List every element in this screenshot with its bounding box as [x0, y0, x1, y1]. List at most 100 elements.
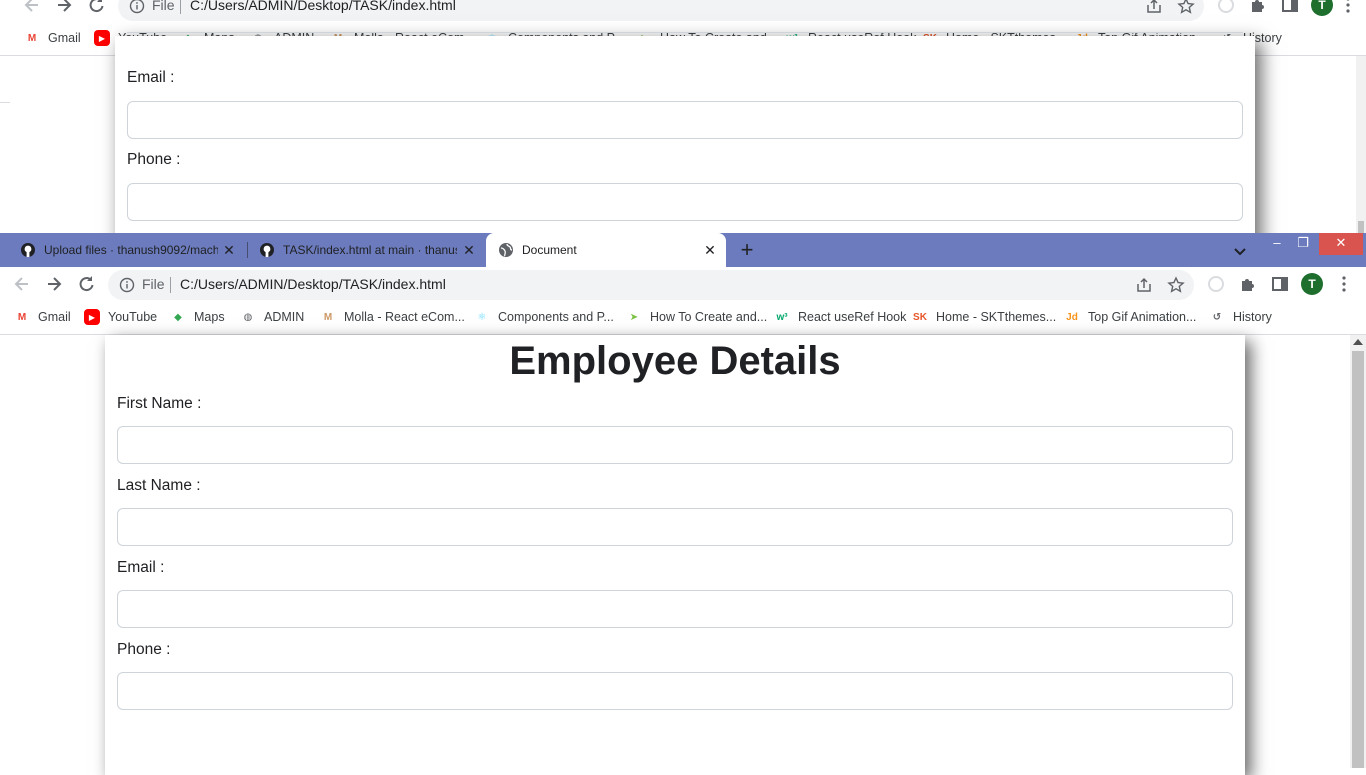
bookmark-how-to-create-and[interactable]: ➤ How To Create and... — [626, 308, 767, 326]
bookmark-label: How To Create and... — [650, 310, 768, 324]
new-tab-button[interactable]: + — [736, 239, 758, 261]
last-name-field[interactable] — [117, 508, 1233, 546]
back-scrollbar[interactable] — [1356, 56, 1366, 233]
email-label: Email : — [117, 559, 165, 576]
email-field[interactable] — [127, 101, 1243, 139]
last-name-label: Last Name : — [117, 477, 201, 494]
bookmark-label: Gmail — [38, 310, 71, 324]
tab-upload-files[interactable]: Upload files · thanush9092/mach ✕ — [0, 233, 247, 267]
side-panel-icon[interactable] — [1280, 0, 1300, 15]
arrow-logo-icon: ➤ — [629, 311, 639, 323]
url-text[interactable]: C:/Users/ADMIN/Desktop/TASK/index.html — [180, 276, 446, 292]
url-separator — [180, 0, 181, 14]
page-viewport: Employee Details First Name : Last Name … — [0, 335, 1366, 775]
github-icon — [260, 243, 274, 257]
back-arrow-icon[interactable] — [10, 272, 34, 296]
back-form-card: Email : Phone : — [115, 32, 1255, 233]
tab-title: Upload files · thanush9092/mach — [44, 243, 218, 257]
page-scrollbar[interactable] — [1350, 335, 1366, 768]
puzzle-icon[interactable] — [1238, 274, 1258, 294]
bookmark-label: React useRef Hook — [798, 310, 907, 324]
url-scheme: File — [152, 0, 175, 13]
bookmark-maps[interactable]: ◆ Maps — [170, 308, 225, 326]
input-edge — [127, 32, 1243, 33]
restore-button[interactable]: ❐ — [1290, 233, 1316, 255]
bookmark-youtube[interactable]: ▶ YouTube — [84, 308, 157, 326]
more-menu-icon[interactable] — [1334, 274, 1354, 294]
github-icon — [21, 243, 35, 257]
history-icon: ↺ — [1212, 311, 1222, 323]
back-page-viewport: Email : Phone : — [0, 32, 1366, 233]
info-icon[interactable] — [129, 0, 145, 14]
tab-document[interactable]: Document ✕ — [486, 233, 726, 267]
address-bar[interactable]: File C:/Users/ADMIN/Desktop/TASK/index.h… — [108, 270, 1194, 300]
bookmark-history[interactable]: ↺ History — [1209, 308, 1272, 326]
bookmark-label: Top Gif Animation... — [1088, 310, 1197, 324]
phone-field[interactable] — [117, 672, 1233, 710]
bookmark-top-gif-animation[interactable]: Jd Top Gif Animation... — [1064, 308, 1196, 326]
first-name-field[interactable] — [117, 426, 1233, 464]
share-icon[interactable] — [1135, 276, 1153, 294]
email-field[interactable] — [117, 590, 1233, 628]
forward-arrow-icon[interactable] — [52, 0, 76, 17]
globe-icon — [499, 243, 513, 257]
star-icon[interactable] — [1167, 276, 1185, 294]
maps-icon: ◆ — [174, 311, 182, 323]
side-panel-icon[interactable] — [1270, 274, 1290, 294]
close-tab-icon[interactable]: ✕ — [702, 242, 718, 258]
bookmark-molla-react-ecom[interactable]: M Molla - React eCom... — [320, 308, 465, 326]
profile-avatar[interactable]: T — [1311, 0, 1333, 16]
scroll-up-arrow-icon[interactable] — [1353, 339, 1363, 345]
url-text[interactable]: C:/Users/ADMIN/Desktop/TASK/index.html — [190, 0, 456, 13]
bookmark-components-and-p[interactable]: ⚛ Components and P... — [474, 308, 614, 326]
extension-icon[interactable] — [1216, 0, 1236, 15]
star-icon[interactable] — [1177, 0, 1195, 15]
bookmark-label: Maps — [194, 310, 225, 324]
bookmark-label: ADMIN — [264, 310, 305, 324]
bookmark-gmail[interactable]: M Gmail — [14, 308, 71, 326]
employee-form-card: Employee Details First Name : Last Name … — [105, 335, 1245, 775]
back-arrow-icon[interactable] — [20, 0, 44, 17]
bookmark-react-useref-hook[interactable]: w³ React useRef Hook — [774, 308, 906, 326]
tab-task-index[interactable]: TASK/index.html at main · thanus ✕ — [239, 233, 487, 267]
bookmark-label: Molla - React eCom... — [344, 310, 465, 324]
youtube-icon: ▶ — [84, 309, 100, 325]
scroll-thumb[interactable] — [1352, 351, 1364, 768]
share-icon[interactable] — [1145, 0, 1163, 15]
bookmark-gmail[interactable]: M Gmail — [24, 29, 81, 47]
bookmark-admin[interactable]: ◍ ADMIN — [240, 308, 305, 326]
bookmarks-bar: M Gmail ▶ YouTube ◆ Maps ◍ ADMIN M Molla - React … — [0, 301, 1366, 335]
extension-icon[interactable] — [1206, 274, 1226, 294]
minimize-button[interactable]: – — [1264, 233, 1290, 255]
phone-label: Phone : — [117, 641, 171, 658]
bookmark-label: YouTube — [108, 310, 158, 324]
skt-icon: SK — [913, 311, 927, 323]
puzzle-icon[interactable] — [1248, 0, 1268, 15]
address-bar[interactable]: File C:/Users/ADMIN/Desktop/TASK/index.h… — [118, 0, 1204, 21]
reload-icon[interactable] — [74, 272, 98, 296]
page-title: Employee Details — [509, 339, 841, 383]
close-tab-icon[interactable]: ✕ — [221, 242, 237, 258]
close-window-button[interactable]: ✕ — [1319, 233, 1363, 255]
reload-icon[interactable] — [84, 0, 108, 17]
scroll-thumb[interactable] — [1358, 221, 1364, 233]
background-browser-window: File C:/Users/ADMIN/Desktop/TASK/index.h… — [0, 0, 1366, 233]
tab-search-chevron-icon[interactable] — [1232, 243, 1248, 259]
w3-icon: w³ — [776, 311, 788, 323]
info-icon[interactable] — [119, 277, 135, 293]
forward-arrow-icon[interactable] — [42, 272, 66, 296]
bookmark-home-sktthemes[interactable]: SK Home - SKTthemes... — [912, 308, 1056, 326]
tab-title: TASK/index.html at main · thanus — [283, 243, 457, 257]
first-name-label: First Name : — [117, 395, 202, 412]
url-separator — [170, 277, 171, 293]
url-scheme: File — [142, 276, 165, 292]
email-label: Email : — [127, 69, 175, 86]
phone-field[interactable] — [127, 183, 1243, 221]
close-tab-icon[interactable]: ✕ — [461, 242, 477, 258]
jd-icon: Jd — [1066, 311, 1078, 323]
profile-avatar[interactable]: T — [1301, 273, 1323, 295]
more-menu-icon[interactable] — [1338, 0, 1358, 15]
browser-window: Upload files · thanush9092/mach ✕ TASK/i… — [0, 233, 1366, 775]
tab-strip: Upload files · thanush9092/mach ✕ TASK/i… — [0, 233, 1366, 267]
bookmark-label: Components and P... — [498, 310, 614, 324]
